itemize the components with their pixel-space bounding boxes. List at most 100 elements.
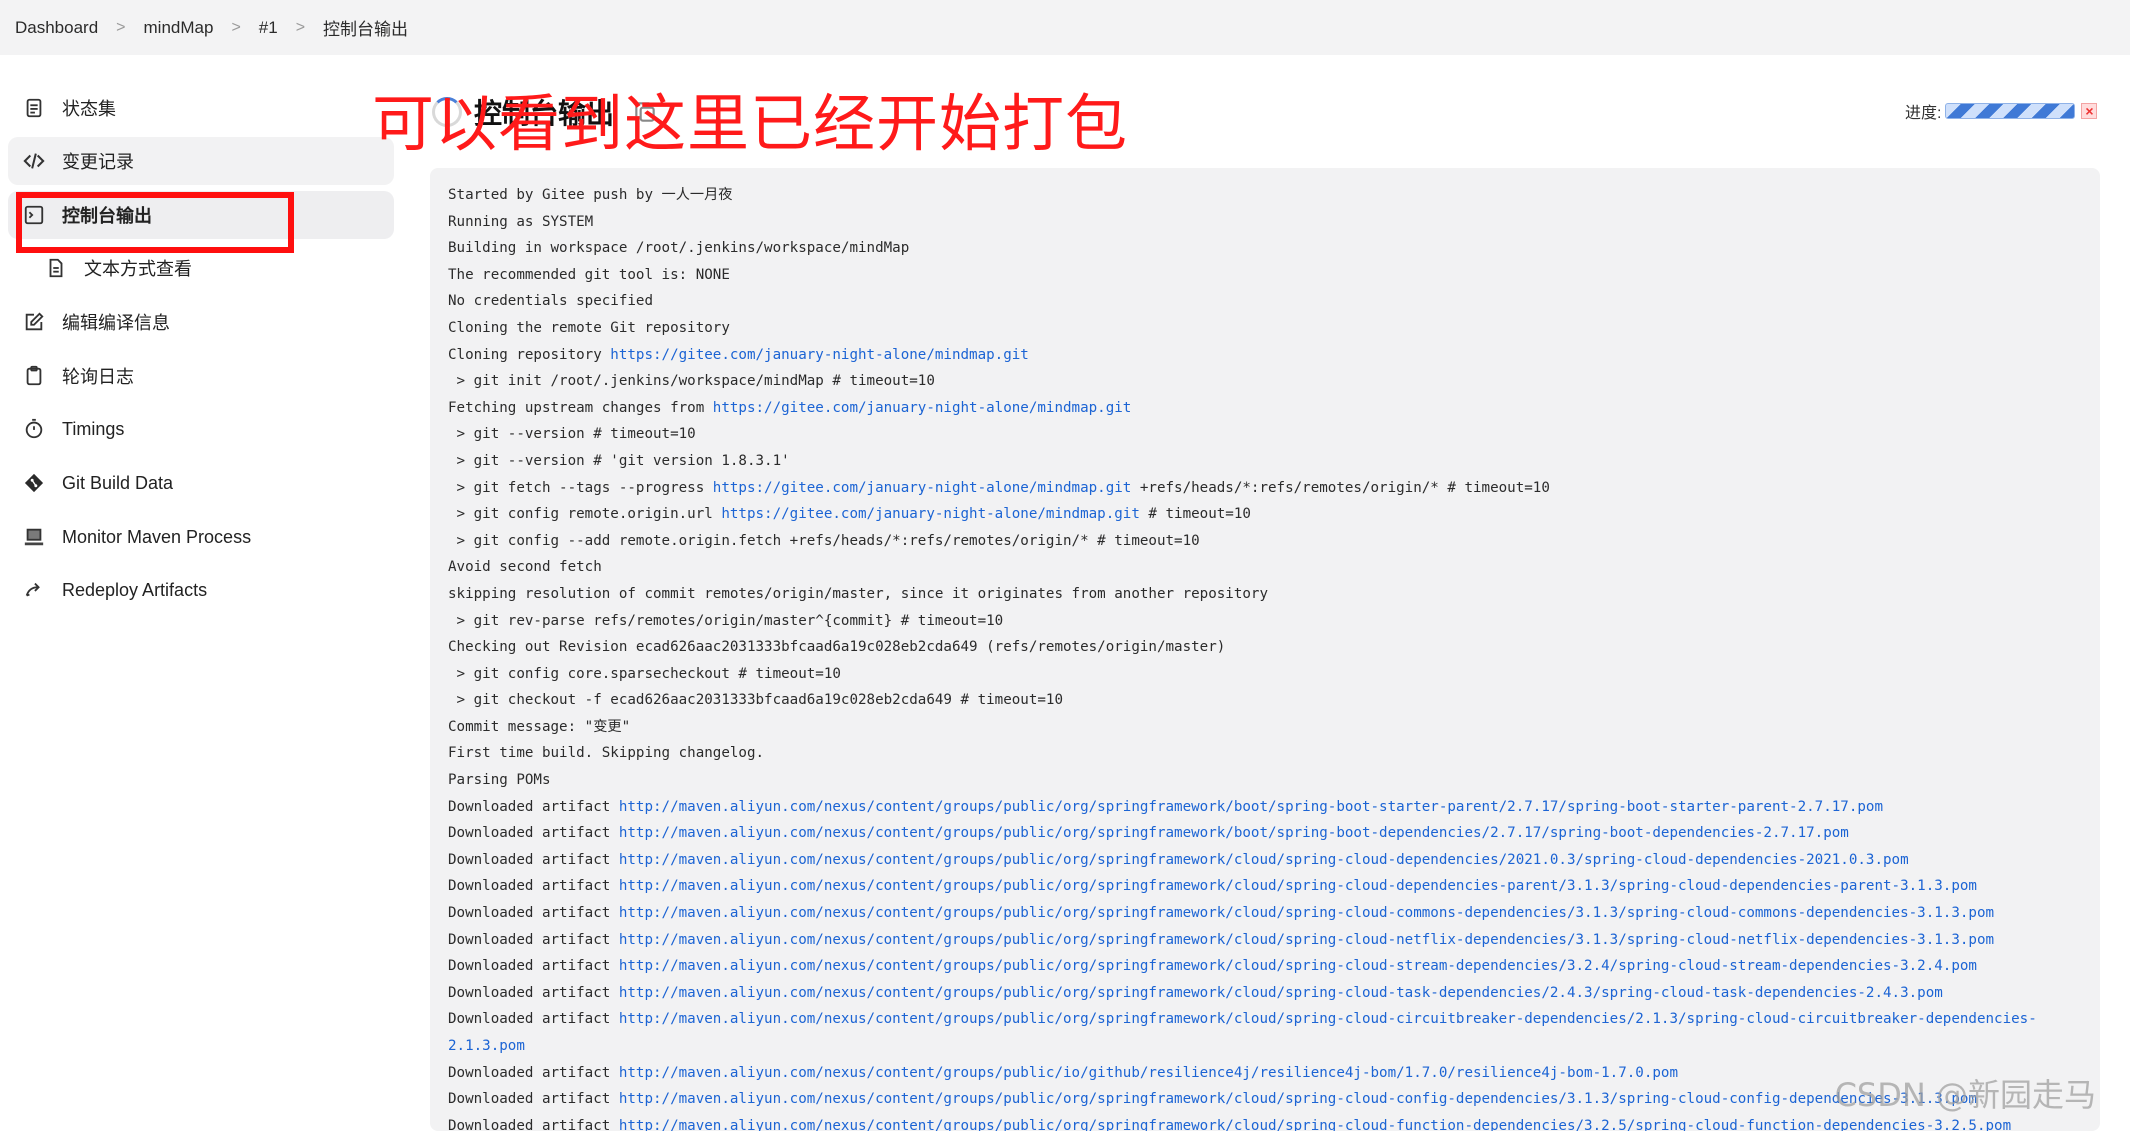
sidebar-item-label: Git Build Data: [62, 472, 174, 493]
console-line-text: The recommended git tool is: NONE: [448, 266, 730, 283]
sidebar-item-status[interactable]: 状态集: [8, 84, 394, 132]
git-icon: [22, 471, 46, 495]
console-link[interactable]: https://gitee.com/january-night-alone/mi…: [713, 480, 1132, 496]
console-line: Cloning repository https://gitee.com/jan…: [448, 342, 2082, 369]
console-line-suffix: +refs/heads/*:refs/remotes/origin/* # ti…: [1131, 479, 1550, 496]
console-line-text: Downloaded artifact: [448, 984, 619, 1001]
console-line-text: Downloaded artifact: [448, 878, 619, 895]
console-line: Downloaded artifact http://maven.aliyun.…: [448, 873, 2082, 900]
console-line: > git config core.sparsecheckout # timeo…: [448, 661, 2082, 688]
console-link[interactable]: http://maven.aliyun.com/nexus/content/gr…: [619, 1011, 2037, 1027]
console-link[interactable]: 2.1.3.pom: [448, 1038, 525, 1054]
console-line-text: Cloning the remote Git repository: [448, 319, 730, 336]
console-line: Downloaded artifact http://maven.aliyun.…: [448, 953, 2082, 980]
console-line: > git fetch --tags --progress https://gi…: [448, 475, 2082, 502]
console-link[interactable]: http://maven.aliyun.com/nexus/content/gr…: [619, 932, 1994, 948]
console-line-text: > git --version # timeout=10: [448, 426, 696, 443]
breadcrumb-mindmap[interactable]: mindMap: [138, 18, 220, 38]
console-line: Downloaded artifact http://maven.aliyun.…: [448, 1006, 2082, 1033]
console-output: Started by Gitee push by 一人一月夜 Running as…: [430, 168, 2100, 1131]
console-line: > git checkout -f ecad626aac2031333bfcaa…: [448, 687, 2082, 714]
console-line: Cloning the remote Git repository: [448, 315, 2082, 342]
console-line-text: No credentials specified: [448, 293, 653, 310]
code-icon: [22, 149, 46, 173]
console-line-text: Downloaded artifact: [448, 851, 619, 868]
console-line-text: Downloaded artifact: [448, 798, 619, 815]
console-line-text: Downloaded artifact: [448, 905, 619, 922]
breadcrumb-dashboard[interactable]: Dashboard: [9, 18, 104, 38]
console-line-text: Cloning repository: [448, 346, 611, 363]
console-line: Downloaded artifact http://maven.aliyun.…: [448, 980, 2082, 1007]
sidebar-item-timings[interactable]: Timings: [8, 405, 394, 453]
console-link[interactable]: http://maven.aliyun.com/nexus/content/gr…: [619, 825, 1849, 841]
clipboard-icon: [22, 364, 46, 388]
console-line-text: > git checkout -f ecad626aac2031333bfcaa…: [448, 692, 1063, 709]
console-line-text: > git --version # 'git version 1.8.3.1': [448, 452, 790, 469]
document-icon: [22, 96, 46, 120]
console-link[interactable]: http://maven.aliyun.com/nexus/content/gr…: [619, 985, 1943, 1001]
stopwatch-icon: [22, 417, 46, 441]
edit-icon: [22, 310, 46, 334]
stop-build-icon[interactable]: ×: [2081, 103, 2098, 119]
sidebar-item-changes[interactable]: 变更记录: [8, 137, 394, 185]
console-line-text: Downloaded artifact: [448, 1117, 619, 1131]
console-link[interactable]: http://maven.aliyun.com/nexus/content/gr…: [619, 1065, 1678, 1081]
sidebar-item-redeploy-artifacts[interactable]: Redeploy Artifacts: [8, 566, 394, 614]
sidebar-item-polling-log[interactable]: 轮询日志: [8, 352, 394, 400]
console-line: The recommended git tool is: NONE: [448, 262, 2082, 289]
sidebar-item-label: Timings: [62, 418, 125, 439]
console-line-text: skipping resolution of commit remotes/or…: [448, 585, 1268, 602]
progress-label: 进度:: [1905, 105, 1942, 122]
console-line-text: Downloaded artifact: [448, 1091, 619, 1108]
console-line-text: Started by Gitee push by 一人一月夜: [448, 187, 733, 203]
console-line-text: Avoid second fetch: [448, 559, 602, 576]
sidebar-item-edit-build-info[interactable]: 编辑编译信息: [8, 298, 394, 346]
console-line: Commit message: "变更": [448, 714, 2082, 741]
console-link[interactable]: http://maven.aliyun.com/nexus/content/gr…: [619, 905, 1994, 921]
sidebar-item-label: Monitor Maven Process: [62, 526, 252, 547]
console-link[interactable]: http://maven.aliyun.com/nexus/content/gr…: [619, 1118, 2011, 1131]
console-link[interactable]: https://gitee.com/january-night-alone/mi…: [713, 400, 1132, 416]
console-line: Checking out Revision ecad626aac2031333b…: [448, 634, 2082, 661]
annotation-text: 可以看到这里已经开始打包: [372, 87, 1129, 160]
console-line-text: > git init /root/.jenkins/workspace/mind…: [448, 373, 935, 390]
redeploy-icon: [22, 578, 46, 602]
console-line: Avoid second fetch: [448, 554, 2082, 581]
console-link[interactable]: https://gitee.com/january-night-alone/mi…: [721, 506, 1140, 522]
console-line-text: > git fetch --tags --progress: [448, 479, 713, 496]
console-line-text: Downloaded artifact: [448, 825, 619, 842]
computer-icon: [22, 525, 46, 549]
console-line-text: Parsing POMs: [448, 772, 551, 789]
build-progress: 进度: ×: [1905, 99, 2098, 123]
console-line-text: > git config core.sparsecheckout # timeo…: [448, 665, 841, 682]
console-link[interactable]: http://maven.aliyun.com/nexus/content/gr…: [619, 878, 1977, 894]
console-line: > git config --add remote.origin.fetch +…: [448, 528, 2082, 555]
console-line: Downloaded artifact http://maven.aliyun.…: [448, 847, 2082, 874]
chevron-right-icon: >: [116, 18, 126, 36]
console-link[interactable]: http://maven.aliyun.com/nexus/content/gr…: [619, 1091, 1977, 1107]
breadcrumb-console[interactable]: 控制台输出: [317, 15, 414, 40]
console-line: Downloaded artifact http://maven.aliyun.…: [448, 900, 2082, 927]
console-line-text: Checking out Revision ecad626aac2031333b…: [448, 639, 1226, 656]
console-line: > git --version # timeout=10: [448, 421, 2082, 448]
sidebar-item-monitor-maven[interactable]: Monitor Maven Process: [8, 513, 394, 561]
console-line: Started by Gitee push by 一人一月夜: [448, 182, 2082, 209]
console-line-text: Downloaded artifact: [448, 1064, 619, 1081]
sidebar-item-label: 文本方式查看: [84, 259, 192, 279]
console-line-text: Downloaded artifact: [448, 1011, 619, 1028]
sidebar-item-git-build-data[interactable]: Git Build Data: [8, 459, 394, 507]
breadcrumb-build[interactable]: #1: [253, 18, 284, 38]
console-line: Downloaded artifact http://maven.aliyun.…: [448, 927, 2082, 954]
console-link[interactable]: http://maven.aliyun.com/nexus/content/gr…: [619, 852, 1909, 868]
console-line-text: > git rev-parse refs/remotes/origin/mast…: [448, 612, 1004, 629]
console-line: 2.1.3.pom: [448, 1033, 2082, 1060]
console-line: > git rev-parse refs/remotes/origin/mast…: [448, 608, 2082, 635]
console-line-text: Running as SYSTEM: [448, 213, 594, 230]
console-link[interactable]: https://gitee.com/january-night-alone/mi…: [610, 347, 1029, 363]
console-link[interactable]: http://maven.aliyun.com/nexus/content/gr…: [619, 799, 1883, 815]
sidebar-item-label: 变更记录: [62, 152, 134, 172]
console-line: Running as SYSTEM: [448, 209, 2082, 236]
console-line-suffix: # timeout=10: [1139, 506, 1251, 523]
console-line-text: Building in workspace /root/.jenkins/wor…: [448, 240, 910, 257]
console-link[interactable]: http://maven.aliyun.com/nexus/content/gr…: [619, 958, 1977, 974]
